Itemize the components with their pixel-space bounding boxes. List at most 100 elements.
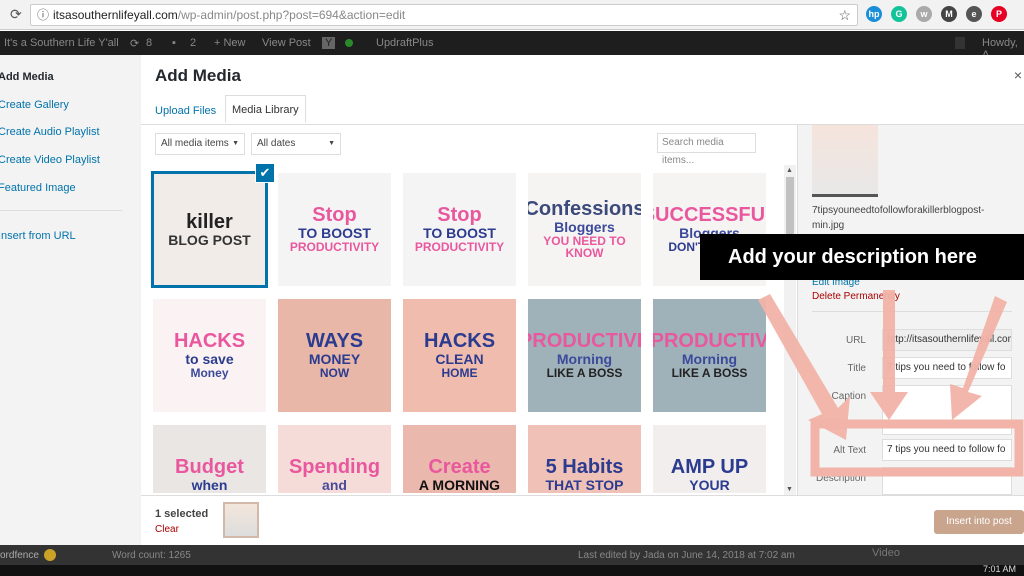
site-name-link[interactable]: It's a Southern Life Y'all	[4, 37, 119, 49]
caption-label: Caption	[831, 391, 866, 402]
media-tile[interactable]: PRODUCTIVEMorningLIKE A BOSS	[528, 299, 641, 412]
clock: 7:01 AM	[982, 564, 1016, 574]
media-tile[interactable]: killer BLOG POST	[151, 171, 268, 288]
last-edited: Last edited by Jada on June 14, 2018 at …	[578, 550, 795, 561]
comments-count: 2	[190, 37, 197, 49]
url-path: /wp-admin/post.php?post=694&action=edit	[177, 8, 406, 22]
extension-pinterest-icon[interactable]: P	[991, 6, 1007, 22]
tile-text: Bloggers	[554, 219, 615, 236]
clear-selection-link[interactable]: Clear	[155, 524, 179, 535]
alt-text-label: Alt Text	[833, 445, 866, 456]
media-tile[interactable]: HACKS to save Money	[153, 299, 266, 412]
tile-text: CLEAN	[435, 351, 484, 368]
media-tile[interactable]: HACKS CLEAN HOME	[403, 299, 516, 412]
sidebar-item-create-audio-playlist[interactable]: Create Audio Playlist	[0, 126, 100, 138]
tile-text: LIKE A BOSS	[546, 366, 623, 381]
media-tile[interactable]: Confessions Bloggers YOU NEED TO KNOW	[528, 173, 641, 286]
scroll-down-icon[interactable]: ▼	[786, 486, 793, 493]
browser-toolbar: ⟳ ⓘ itsasouthernlifeyall.com/wp-admin/pos…	[0, 0, 1024, 30]
tab-upload-files[interactable]: Upload Files	[149, 101, 222, 121]
extension-evernote-icon[interactable]: e	[966, 6, 982, 22]
sidebar-item-insert-from-url[interactable]: Insert from URL	[0, 230, 76, 242]
date-filter[interactable]: All dates ▼	[251, 133, 341, 155]
media-type-filter[interactable]: All media items ▼	[155, 133, 245, 155]
tile-text: THAT STOP	[545, 477, 624, 493]
tile-text: HOME	[441, 366, 478, 381]
sidebar-item-create-gallery[interactable]: Create Gallery	[0, 99, 69, 111]
alt-text-field[interactable]: 7 tips you need to follow fo	[882, 439, 1012, 461]
details-divider	[812, 311, 1012, 312]
view-post-link[interactable]: View Post	[262, 37, 311, 49]
address-bar[interactable]: ⓘ itsasouthernlifeyall.com/wp-admin/post.…	[30, 4, 858, 26]
media-tile[interactable]: 5 HabitsTHAT STOPPRODUCTIVE	[528, 425, 641, 493]
tile-text: MONEY	[308, 351, 361, 368]
info-icon[interactable]: ⓘ	[37, 8, 49, 22]
media-tile[interactable]: WAYS MONEY NOW	[278, 299, 391, 412]
media-tile[interactable]: BudgetwhenMONEY	[153, 425, 266, 493]
extension-hp-icon[interactable]: hp	[866, 6, 882, 22]
comments-icon[interactable]: ▪	[172, 37, 176, 49]
status-dot-icon	[345, 39, 353, 47]
title-field[interactable]: 7 tips you need to follow fo	[882, 357, 1012, 379]
extension-w-icon[interactable]: w	[916, 6, 932, 22]
sidebar-item-featured-image[interactable]: Featured Image	[0, 182, 76, 194]
checkmark-icon[interactable]: ✔	[255, 163, 275, 183]
extension-grammarly-icon[interactable]: G	[891, 6, 907, 22]
grid-scrollbar[interactable]: ▲ ▼	[784, 165, 796, 495]
tile-text: NOW	[319, 366, 350, 381]
updates-count: 8	[146, 37, 153, 49]
reload-icon[interactable]: ⟳	[10, 6, 22, 23]
description-field[interactable]	[882, 467, 1012, 495]
updraftplus-link[interactable]: UpdraftPlus	[376, 37, 433, 49]
description-label: Description	[815, 473, 866, 484]
delete-permanently-link[interactable]: Delete Permanently	[812, 291, 900, 302]
tile-text: Money	[190, 366, 229, 381]
tile-text: BLOG POST	[168, 231, 251, 248]
tile-text: HACKS	[423, 330, 496, 353]
editor-status-bar: ordfence Word count: 1265 Last edited by…	[0, 545, 1024, 565]
search-input[interactable]: Search media items...	[657, 133, 756, 166]
attachment-thumbnail	[812, 125, 878, 197]
tile-text: when	[191, 477, 228, 493]
video-format-label[interactable]: Video	[872, 547, 900, 559]
sidebar-item-add-media[interactable]: Add Media	[0, 71, 54, 83]
sidebar-divider	[0, 210, 122, 211]
chevron-down-icon: ▼	[232, 140, 239, 147]
selected-thumbnail[interactable]	[223, 502, 259, 538]
tile-text: killer	[186, 210, 233, 233]
updates-icon[interactable]: ⟳	[130, 37, 139, 50]
tile-text: TO BOOST	[423, 225, 496, 242]
tile-text: Stop	[312, 204, 357, 227]
tile-text: WAYS	[305, 330, 364, 353]
media-tile[interactable]: AMP UPYOURProductivity	[653, 425, 766, 493]
tile-text: TO BOOST	[298, 225, 371, 242]
wordfence-label[interactable]: ordfence	[0, 550, 39, 561]
tile-text: PRODUCTIVITY	[414, 240, 505, 255]
yoast-icon[interactable]: Y	[322, 37, 336, 49]
tile-text: Spending	[288, 456, 381, 479]
insert-into-post-button[interactable]: Insert into post	[934, 510, 1024, 534]
caption-field[interactable]	[882, 385, 1012, 435]
media-tile[interactable]: Stop TO BOOST PRODUCTIVITY	[403, 173, 516, 286]
media-grid: killer BLOG POST Stop TO BOOST PRODUCTIVITY S…	[151, 171, 783, 493]
tile-text: Morning	[556, 351, 613, 368]
media-tile[interactable]: PRODUCTIV Morning LIKE A BOSS	[653, 299, 766, 412]
avatar[interactable]	[955, 37, 965, 49]
tile-text: PRODUCTIV	[653, 330, 766, 353]
tab-media-library[interactable]: Media Library	[225, 95, 306, 123]
scroll-up-icon[interactable]: ▲	[786, 167, 793, 174]
extension-m-icon[interactable]: M	[941, 6, 957, 22]
media-tile[interactable]: CreateA MORNINGROUTINE	[403, 425, 516, 493]
selected-count: 1 selected	[155, 508, 209, 520]
close-icon[interactable]: ×	[1014, 67, 1022, 83]
media-tile[interactable]: Stop TO BOOST PRODUCTIVITY	[278, 173, 391, 286]
tile-text: PRODUCTIVITY	[289, 240, 380, 255]
modal-title: Add Media	[155, 66, 241, 85]
sidebar-item-create-video-playlist[interactable]: Create Video Playlist	[0, 154, 100, 166]
media-tile[interactable]: SpendingandSTICK	[278, 425, 391, 493]
wordfence-badge-icon	[44, 549, 56, 561]
bookmark-star-icon[interactable]: ☆	[838, 5, 851, 25]
url-field[interactable]: http://itsasouthernlifeyall.com	[882, 329, 1012, 351]
attachment-filename: 7tipsyouneedtofollowforakillerblogpost-m…	[812, 205, 985, 231]
new-link[interactable]: + New	[214, 37, 246, 49]
